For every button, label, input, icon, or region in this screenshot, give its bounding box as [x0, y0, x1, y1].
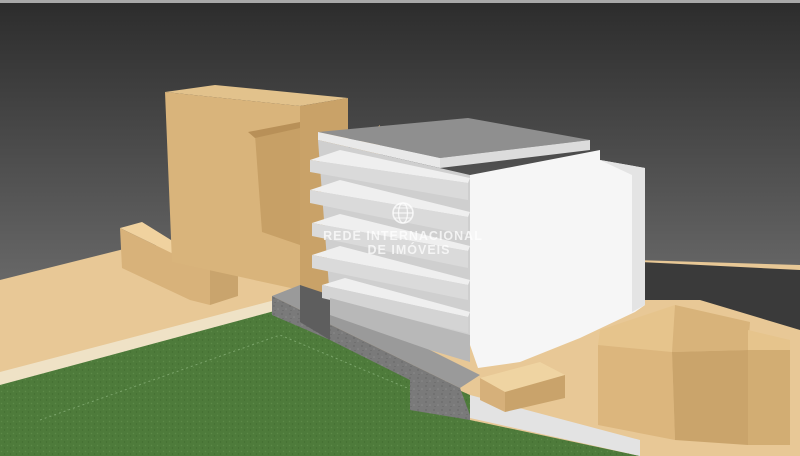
right-house-front [598, 345, 675, 440]
right-house-annex-side [748, 350, 790, 445]
render-scene: REDE INTERNACIONAL DE IMÓVEIS [0, 0, 800, 456]
right-house-side [672, 350, 748, 445]
top-border [0, 0, 800, 3]
architectural-3d-model [0, 0, 800, 456]
tan-building-recess [255, 125, 300, 245]
